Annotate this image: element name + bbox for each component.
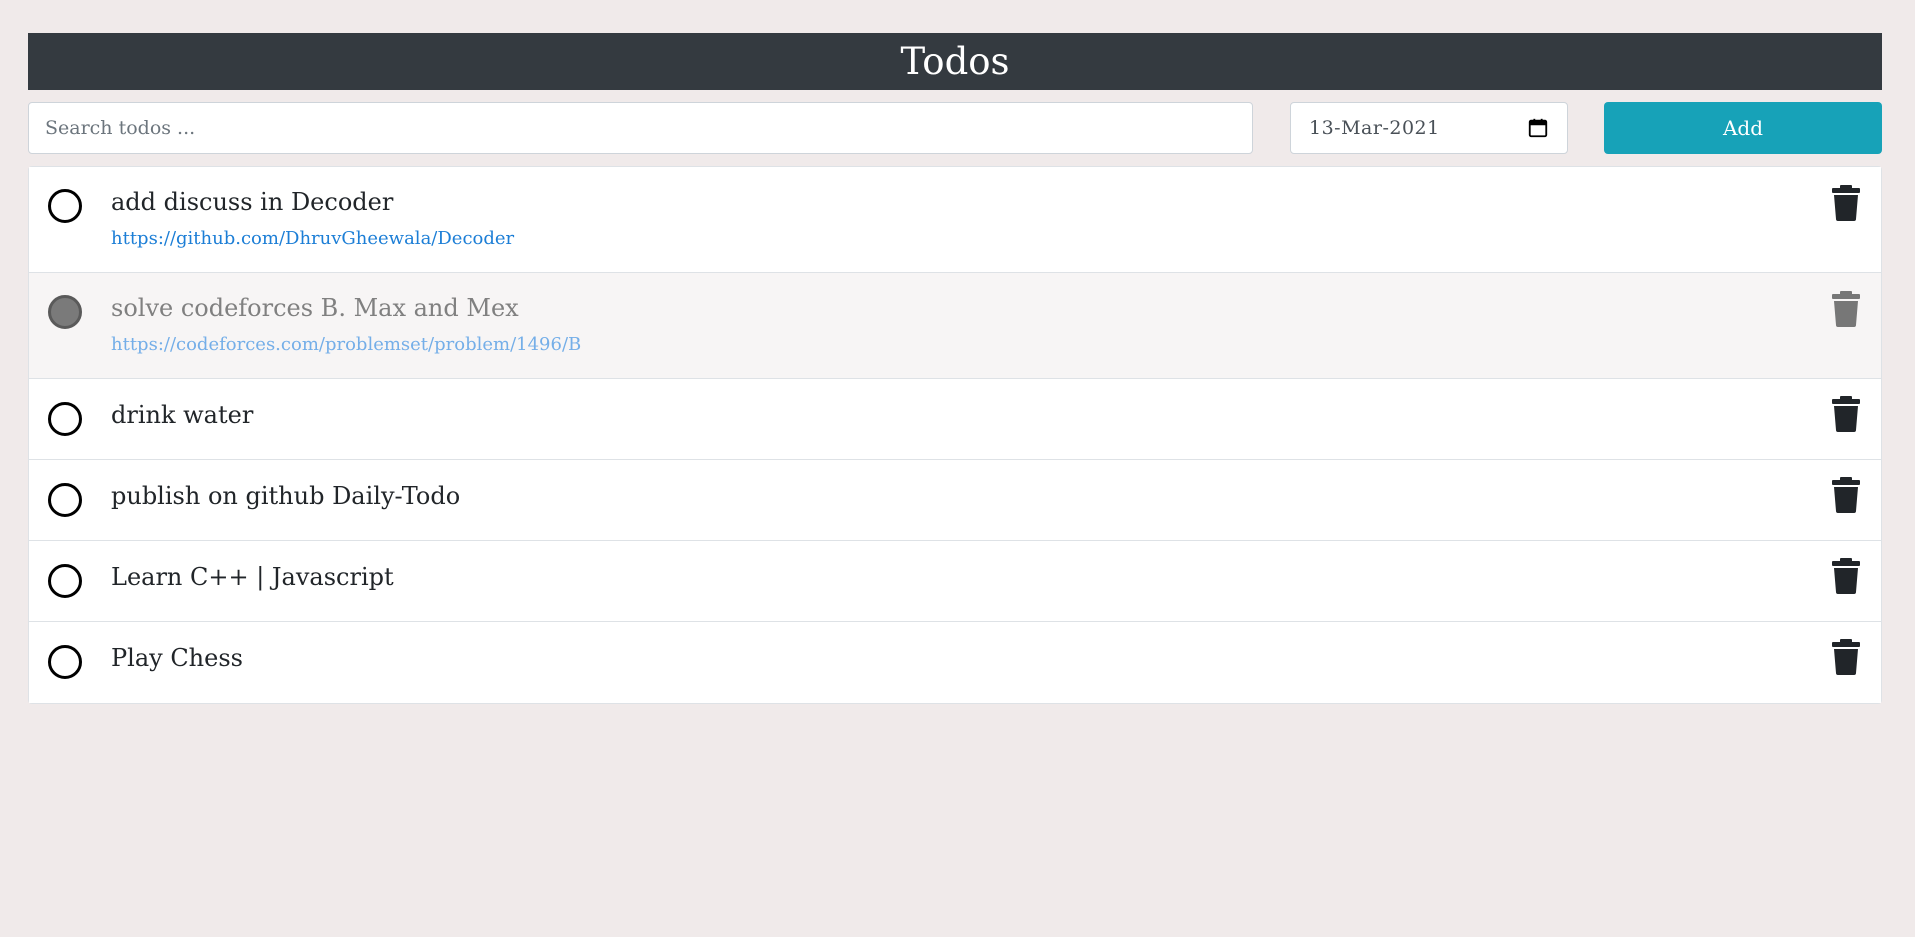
date-value: 13-Mar-2021 [1309, 117, 1440, 139]
app-header: Todos [28, 33, 1882, 90]
todo-item: Learn C++ | Javascript [29, 541, 1881, 622]
date-input[interactable]: 13-Mar-2021 [1290, 102, 1568, 154]
todo-title: Play Chess [111, 644, 243, 672]
trash-icon[interactable] [1831, 291, 1861, 327]
todo-title: drink water [111, 401, 254, 429]
trash-icon[interactable] [1831, 185, 1861, 221]
search-input[interactable] [28, 102, 1253, 154]
circle-check-icon[interactable] [48, 295, 82, 329]
circle-check-icon[interactable] [48, 564, 82, 598]
todo-title: add discuss in Decoder [111, 188, 394, 216]
circle-check-icon[interactable] [48, 189, 82, 223]
page-title: Todos [900, 40, 1010, 83]
trash-icon[interactable] [1831, 477, 1861, 513]
todo-item: Play Chess [29, 622, 1881, 703]
todo-title: solve codeforces B. Max and Mex [111, 294, 519, 322]
todo-link[interactable]: https://codeforces.com/problemset/proble… [111, 334, 581, 355]
todo-list: add discuss in Decoder https://github.com… [28, 166, 1882, 704]
calendar-icon[interactable] [1527, 117, 1549, 139]
todo-item: solve codeforces B. Max and Mex https://c… [29, 273, 1881, 379]
add-button[interactable]: Add [1604, 102, 1882, 154]
todo-item: drink water [29, 379, 1881, 460]
trash-icon[interactable] [1831, 558, 1861, 594]
trash-icon[interactable] [1831, 639, 1861, 675]
todo-item: add discuss in Decoder https://github.com… [29, 167, 1881, 273]
controls-bar: 13-Mar-2021 Add [28, 102, 1882, 154]
todo-title: publish on github Daily-Todo [111, 482, 461, 510]
todo-item: publish on github Daily-Todo [29, 460, 1881, 541]
trash-icon[interactable] [1831, 396, 1861, 432]
circle-check-icon[interactable] [48, 483, 82, 517]
todo-title: Learn C++ | Javascript [111, 563, 394, 591]
todo-link[interactable]: https://github.com/DhruvGheewala/Decoder [111, 228, 514, 249]
todo-app: Todos 13-Mar-2021 Add add discuss in Dec… [28, 33, 1882, 704]
circle-check-icon[interactable] [48, 645, 82, 679]
circle-check-icon[interactable] [48, 402, 82, 436]
